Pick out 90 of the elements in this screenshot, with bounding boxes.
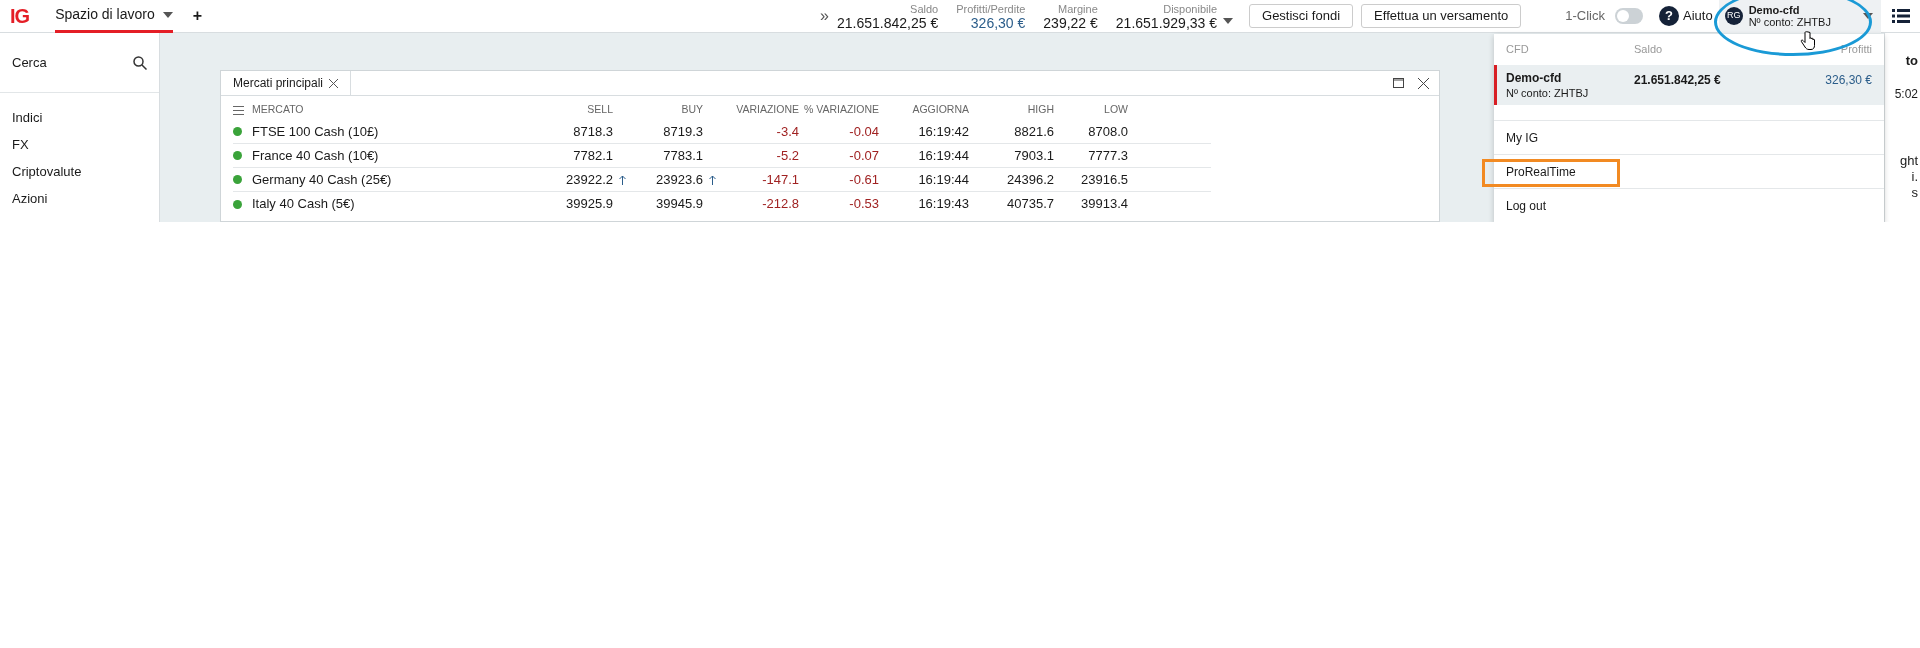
menu-item[interactable]: ProRealTime <box>1506 162 1576 181</box>
low-cell-text: 8708.0 <box>1087 122 1128 141</box>
sidebar-item[interactable]: FX <box>12 134 147 155</box>
expand-button[interactable]: » <box>820 4 829 28</box>
account-number: Nº conto: ZHTBJ <box>1506 86 1590 101</box>
menu-icon[interactable] <box>233 105 244 115</box>
caret-icon <box>1223 18 1234 24</box>
high-cell-text: 8821.6 <box>1013 122 1054 141</box>
stat-label: Disponibile <box>1163 2 1218 16</box>
price-cell[interactable]: 8719.3 <box>663 121 703 142</box>
stat-value: 21.651.842,25 € <box>837 16 939 30</box>
text-fragment: s <box>1911 184 1918 201</box>
low-cell-text: 39913.4 <box>1080 195 1128 214</box>
help-link[interactable]: Aiuto <box>1683 6 1713 26</box>
high-cell-text: 40735.7 <box>1006 195 1054 214</box>
price-cell[interactable]: 8718.3 <box>573 121 613 142</box>
caret-icon <box>1862 13 1873 19</box>
sidebar-item[interactable]: Criptovalute <box>12 161 147 182</box>
account-row[interactable]: Demo-cfd Nº conto: ZHTBJ 21.651.842,25 € 326,30 € <box>1494 65 1884 105</box>
account-balance: 21.651.842,25 € <box>1634 72 1722 89</box>
search-field[interactable]: Cerca <box>12 52 47 73</box>
account-name: Demo-cfd <box>1506 71 1563 86</box>
avatar: RG <box>1724 7 1743 25</box>
time-text: 5:02 <box>1894 85 1918 103</box>
action-button[interactable]: Gestisci fondi <box>1249 4 1354 28</box>
panel-tab[interactable]: Mercati principali <box>221 71 352 95</box>
column-header: AGGIORNA <box>911 102 969 118</box>
column-header: % VARIAZIONE <box>802 102 879 118</box>
time-cell-text: 16:19:42 <box>917 122 969 141</box>
column-header: SELL <box>586 102 613 118</box>
change-cell-text: -3.4 <box>775 122 799 141</box>
column-header: Saldo <box>1634 42 1664 58</box>
market-name[interactable]: Germany 40 Cash (25€) <box>252 169 533 190</box>
stat-label: Margine <box>1058 2 1098 16</box>
account-number: Nº conto: ZHTBJ <box>1748 16 1831 28</box>
panel-header-text: to <box>1905 52 1918 70</box>
add-tab-button[interactable]: + <box>192 4 203 28</box>
search-icon[interactable] <box>133 55 147 70</box>
menu-item[interactable]: My IG <box>1506 128 1538 147</box>
stat-value: 326,30 € <box>970 16 1026 30</box>
stat-value: 239,22 € <box>1043 16 1098 30</box>
stat-label: Profitti/Perdite <box>956 2 1026 16</box>
change-percent-cell-text: -0.61 <box>848 170 879 189</box>
list-menu-icon[interactable] <box>1892 9 1910 23</box>
caret-icon <box>162 11 173 18</box>
close-icon[interactable] <box>1418 77 1429 89</box>
stat-value: 21.651.929,33 € <box>1115 16 1218 30</box>
account-profit: 326,30 € <box>1825 72 1872 89</box>
high-cell-text: 7903.1 <box>1013 146 1054 165</box>
close-icon[interactable] <box>329 78 339 88</box>
market-name[interactable]: Italy 40 Cash (5€) <box>252 194 533 214</box>
action-button[interactable]: Effettua un versamento <box>1361 4 1522 28</box>
column-header: BUY <box>680 102 703 118</box>
change-cell-text: -212.8 <box>761 195 799 214</box>
column-header: HIGH <box>1026 102 1054 118</box>
price-cell[interactable]: 23922.2 <box>566 169 613 190</box>
menu-item[interactable]: Log out <box>1506 197 1547 215</box>
time-cell-text: 16:19:43 <box>917 195 969 214</box>
column-header: MERCATO <box>252 102 305 118</box>
change-cell-text: -5.2 <box>775 146 799 165</box>
price-cell[interactable]: 7782.1 <box>573 145 613 166</box>
low-cell-text: 23916.5 <box>1080 170 1128 189</box>
text-fragment: i. <box>1911 168 1918 185</box>
help-icon[interactable]: ? <box>1659 6 1679 26</box>
stat-label: Saldo <box>910 2 939 16</box>
account-name: Demo-cfd <box>1748 4 1800 16</box>
column-header: LOW <box>1103 102 1128 118</box>
one-click-toggle[interactable] <box>1615 8 1643 24</box>
change-percent-cell-text: -0.04 <box>848 122 879 141</box>
price-cell[interactable]: 23923.6 <box>656 169 703 190</box>
price-cell[interactable]: 39945.9 <box>656 194 703 214</box>
column-header: VARIAZIONE <box>735 102 799 118</box>
text-fragment: ght <box>1899 152 1918 169</box>
high-cell-text: 24396.2 <box>1006 170 1054 189</box>
change-cell-text: -147.1 <box>761 170 799 189</box>
one-click-label: 1-Click <box>1565 7 1605 26</box>
maximize-icon[interactable] <box>1393 78 1404 88</box>
low-cell-text: 7777.3 <box>1087 146 1128 165</box>
price-cell[interactable]: 7783.1 <box>663 145 703 166</box>
market-name[interactable]: France 40 Cash (10€) <box>252 145 533 166</box>
price-cell[interactable]: 39925.9 <box>566 194 613 214</box>
market-name[interactable]: FTSE 100 Cash (10£) <box>252 121 533 142</box>
logo[interactable]: IG <box>10 1 30 31</box>
column-header: CFD <box>1506 42 1530 58</box>
change-percent-cell-text: -0.53 <box>848 195 879 214</box>
sidebar-item[interactable]: Indici <box>12 107 147 128</box>
time-cell-text: 16:19:44 <box>917 170 969 189</box>
time-cell-text: 16:19:44 <box>917 146 969 165</box>
change-percent-cell-text: -0.07 <box>848 146 879 165</box>
sidebar-item[interactable]: Azioni <box>12 188 147 209</box>
